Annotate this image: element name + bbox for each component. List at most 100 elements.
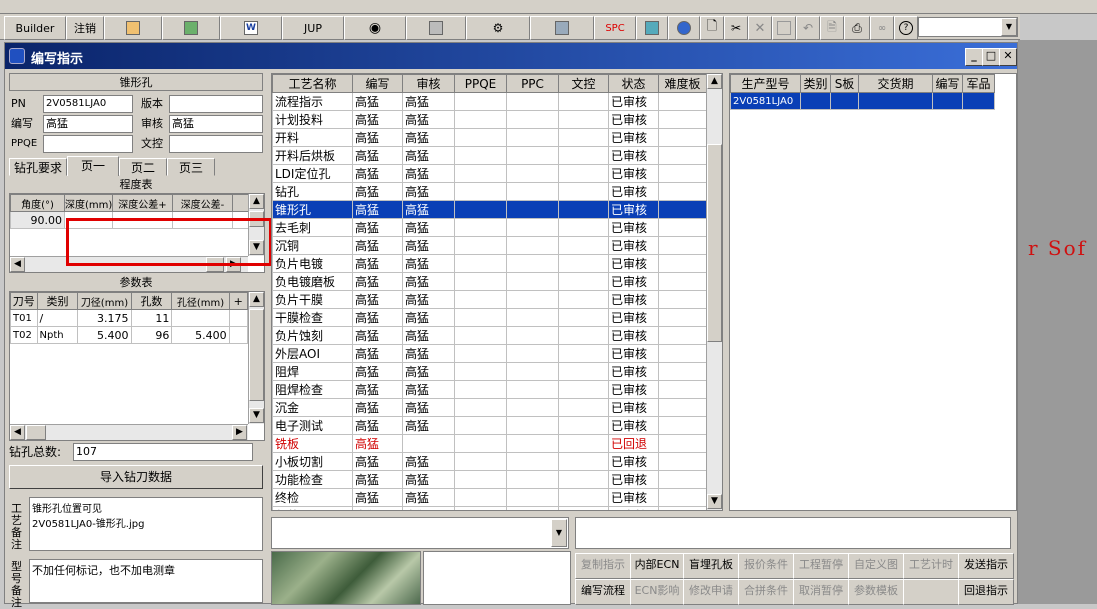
process-cell[interactable]: 高猛 [402, 218, 455, 237]
process-cell[interactable] [658, 506, 707, 510]
table-row[interactable]: 终检 高猛 高猛 已审核 [272, 488, 707, 507]
builder-button[interactable]: Builder [4, 16, 66, 40]
process-cell[interactable]: 高猛 [352, 488, 403, 507]
tab-drill-requirements[interactable]: 钻孔要求 [9, 158, 67, 176]
param-cell[interactable]: / [36, 309, 79, 327]
process-cell[interactable]: 已审核 [608, 506, 659, 510]
database-tool-button[interactable] [406, 16, 466, 40]
version-field[interactable] [169, 95, 263, 113]
process-cell[interactable]: 高猛 [402, 254, 455, 273]
process-cell[interactable] [658, 488, 707, 507]
process-cell[interactable]: 已审核 [608, 380, 659, 399]
process-cell[interactable]: 高猛 [352, 272, 403, 291]
author-field[interactable]: 高猛 [43, 115, 133, 133]
process-cell[interactable] [454, 344, 507, 363]
process-cell[interactable]: 高猛 [352, 110, 403, 129]
action-button[interactable]: 修改申请 [683, 579, 739, 605]
process-cell[interactable]: 高猛 [402, 488, 455, 507]
process-cell[interactable] [454, 380, 507, 399]
orders-col-1[interactable]: 类别 [800, 74, 831, 93]
orders-col-5[interactable]: 军品 [962, 74, 995, 93]
process-cell[interactable]: 高猛 [402, 344, 455, 363]
process-cell[interactable] [506, 434, 559, 453]
param-cell[interactable]: 5.400 [77, 326, 132, 344]
process-cell[interactable] [658, 362, 707, 381]
action-button[interactable]: 工程暂停 [793, 553, 849, 579]
pn-field[interactable]: 2V0581LJA0 [43, 95, 133, 113]
process-cell[interactable] [506, 416, 559, 435]
process-col-0[interactable]: 工艺名称 [272, 74, 353, 93]
param-cell[interactable]: 5.400 [171, 326, 230, 344]
process-cell[interactable]: 高猛 [402, 164, 455, 183]
process-cell[interactable] [506, 488, 559, 507]
hscroll-thumb[interactable] [26, 425, 46, 440]
process-name-cell[interactable]: 开料后烘板 [272, 146, 353, 165]
action-button[interactable]: 报价条件 [738, 553, 794, 579]
orders-cell[interactable]: 2V0581LJA0 [730, 92, 801, 110]
table-row[interactable]: 钻孔 高猛 高猛 已审核 [272, 182, 707, 201]
process-cell[interactable] [506, 326, 559, 345]
action-button[interactable]: 盲埋孔板 [683, 553, 739, 579]
process-col-3[interactable]: PPQE [454, 74, 507, 93]
process-cell[interactable] [454, 164, 507, 183]
scroll-thumb[interactable] [707, 144, 722, 342]
comment-field[interactable] [575, 517, 1011, 549]
process-name-cell[interactable]: 负片干膜 [272, 290, 353, 309]
orders-cell[interactable] [932, 92, 963, 110]
process-cell[interactable] [658, 380, 707, 399]
process-cell[interactable]: 已审核 [608, 326, 659, 345]
process-cell[interactable] [558, 434, 609, 453]
table-row[interactable]: 沉铜 高猛 高猛 已审核 [272, 236, 707, 255]
process-col-6[interactable]: 状态 [608, 74, 659, 93]
process-cell[interactable] [506, 506, 559, 510]
process-name-cell[interactable]: 功能检查 [272, 470, 353, 489]
process-cell[interactable] [506, 110, 559, 129]
depth-cell-angle[interactable]: 90.00 [10, 211, 65, 229]
scroll-down-icon[interactable]: ▼ [249, 408, 264, 423]
process-cell[interactable] [506, 200, 559, 219]
param-cell[interactable]: T01 [10, 309, 38, 327]
process-cell[interactable] [454, 362, 507, 381]
process-cell[interactable]: 已审核 [608, 110, 659, 129]
process-cell[interactable] [558, 254, 609, 273]
action-button[interactable]: 编写流程 [575, 579, 631, 605]
action-button[interactable]: 参数模板 [848, 579, 904, 605]
process-col-4[interactable]: PPC [506, 74, 559, 93]
process-cell[interactable] [558, 326, 609, 345]
process-cell[interactable] [558, 272, 609, 291]
process-cell[interactable] [454, 434, 507, 453]
process-cell[interactable] [506, 452, 559, 471]
toolbar-dropdown[interactable]: ▼ [918, 17, 1018, 37]
process-cell[interactable]: 已审核 [608, 254, 659, 273]
process-cell[interactable]: 高猛 [352, 380, 403, 399]
action-button[interactable] [903, 579, 959, 605]
process-cell[interactable]: 高猛 [352, 434, 403, 453]
param-col-hole-diameter[interactable]: 孔径(mm) [171, 292, 230, 310]
table-row[interactable]: 电子测试 高猛 高猛 已审核 [272, 416, 707, 435]
tab-page-three[interactable]: 页三 [167, 158, 215, 176]
depth-col-tol-minus[interactable]: 深度公差- [172, 194, 233, 212]
process-cell[interactable] [658, 110, 707, 129]
param-col-type[interactable]: 类别 [36, 292, 79, 310]
process-cell[interactable] [658, 254, 707, 273]
process-name-cell[interactable]: LDI定位孔 [272, 164, 353, 183]
process-cell[interactable]: 已审核 [608, 416, 659, 435]
action-button[interactable]: 工艺计时 [903, 553, 959, 579]
process-cell[interactable] [454, 200, 507, 219]
process-cell[interactable]: 高猛 [402, 398, 455, 417]
process-cell[interactable] [454, 254, 507, 273]
process-cell[interactable]: 高猛 [402, 110, 455, 129]
process-cell[interactable] [658, 200, 707, 219]
tab-page-one[interactable]: 页一 [67, 156, 119, 176]
process-cell[interactable]: 已审核 [608, 470, 659, 489]
process-cell[interactable]: 高猛 [352, 506, 403, 510]
process-cell[interactable] [506, 254, 559, 273]
process-cell[interactable]: 高猛 [402, 308, 455, 327]
table-row[interactable]: T01 / 3.175 11 [10, 309, 249, 327]
process-cell[interactable] [558, 200, 609, 219]
process-cell[interactable] [558, 218, 609, 237]
process-cell[interactable] [506, 236, 559, 255]
process-name-cell[interactable]: 开料 [272, 128, 353, 147]
tab-page-two[interactable]: 页二 [119, 158, 167, 176]
process-name-cell[interactable]: 铣板 [272, 434, 353, 453]
